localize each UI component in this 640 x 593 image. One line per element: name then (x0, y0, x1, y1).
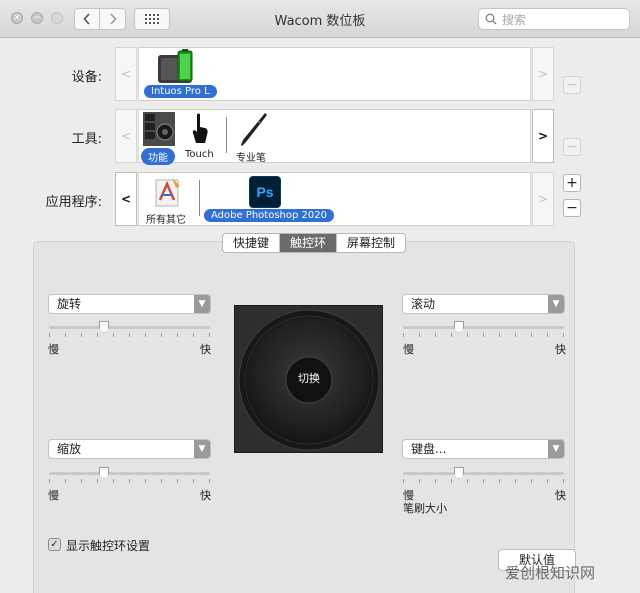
right-bottom-sub-label: 笔刷大小 (403, 502, 447, 515)
photoshop-icon: Ps (249, 176, 281, 208)
remove-device-button[interactable]: − (563, 76, 581, 94)
chevron-right-icon: > (537, 129, 549, 143)
checkmark-icon: ✓ (50, 539, 59, 550)
right-top-selected: 滚动 (411, 297, 436, 311)
chevron-left-icon: < (120, 67, 132, 81)
app-separator (199, 180, 200, 216)
remove-tool-button[interactable]: − (563, 138, 581, 156)
watermark-text: 爱创根知识网 (505, 564, 596, 582)
right-bottom-fast-label: 快 (555, 489, 566, 502)
tool-scroll-right[interactable]: > (532, 109, 554, 163)
search-placeholder: 搜索 (502, 12, 527, 27)
tool-caption-touch: Touch (185, 149, 214, 160)
tablet-battery-icon (158, 49, 193, 83)
device-row-label: 设备: (71, 70, 102, 85)
touch-ring-preview: 切换 (234, 305, 383, 453)
app-item-photoshop[interactable]: Ps Adobe Photoshop 2020 (204, 174, 334, 224)
chevron-down-icon: ▼ (548, 295, 564, 313)
touch-ring-center-label: 切换 (298, 372, 320, 385)
chevron-right-icon: > (537, 192, 549, 206)
app-row-label: 应用程序: (45, 195, 102, 210)
touch-hand-icon (192, 113, 208, 143)
left-bottom-fast-label: 快 (200, 489, 211, 502)
remove-app-button[interactable]: − (563, 199, 581, 217)
left-bottom-selected: 缩放 (57, 442, 82, 456)
right-bottom-function-select[interactable]: 键盘... ▼ (402, 439, 565, 459)
left-top-slow-label: 慢 (48, 343, 59, 356)
all-apps-icon (155, 178, 180, 207)
left-bottom-speed-slider[interactable] (49, 472, 210, 475)
tool-item-touch[interactable]: Touch (183, 111, 219, 161)
right-top-function-select[interactable]: 滚动 ▼ (402, 294, 565, 314)
chevron-down-icon: ▼ (194, 295, 210, 313)
app-strip (138, 172, 531, 226)
right-top-speed-slider[interactable] (403, 326, 564, 329)
left-bottom-ticks (49, 479, 210, 483)
left-top-function-select[interactable]: 旋转 ▼ (48, 294, 211, 314)
left-bottom-slow-label: 慢 (48, 489, 59, 502)
minus-icon: − (566, 139, 578, 155)
add-app-button[interactable]: + (563, 174, 581, 192)
right-bottom-speed-slider[interactable] (403, 472, 564, 475)
tool-item-pro-pen[interactable]: 专业笔 (234, 111, 274, 164)
chevron-right-icon: > (537, 67, 549, 81)
app-scroll-right[interactable]: > (532, 172, 554, 226)
photoshop-icon-text: Ps (256, 184, 274, 200)
app-caption-all-other: 所有其它 (146, 215, 186, 226)
minus-icon: − (566, 77, 578, 93)
chevron-down-icon: ▼ (548, 440, 564, 458)
app-scroll-left[interactable]: < (115, 172, 137, 226)
minus-icon: − (566, 200, 578, 216)
right-bottom-ticks (403, 479, 564, 483)
tab-touch-ring[interactable]: 触控环 (280, 234, 338, 252)
plus-icon: + (566, 175, 578, 191)
device-scroll-left[interactable]: < (115, 47, 137, 101)
tool-caption-functions: 功能 (141, 148, 175, 165)
search-icon (485, 13, 497, 25)
device-scroll-right[interactable]: > (532, 47, 554, 101)
left-top-fast-label: 快 (200, 343, 211, 356)
express-keys-icon (143, 112, 175, 146)
right-top-ticks (403, 333, 564, 337)
left-bottom-function-select[interactable]: 缩放 ▼ (48, 439, 211, 459)
right-top-fast-label: 快 (555, 343, 566, 356)
chevron-left-icon: < (120, 192, 132, 206)
search-input[interactable]: 搜索 (478, 8, 630, 30)
tab-shortcuts[interactable]: 快捷键 (223, 234, 281, 252)
device-item-intuos[interactable]: Intuos Pro L (142, 49, 218, 99)
right-top-slow-label: 慢 (403, 343, 414, 356)
show-touch-ring-checkbox[interactable]: ✓ (48, 538, 61, 551)
tab-bar: 快捷键 触控环 屏幕控制 (222, 233, 407, 253)
device-caption: Intuos Pro L (144, 85, 217, 98)
left-top-selected: 旋转 (57, 297, 82, 311)
tool-item-functions[interactable]: 功能 (141, 111, 179, 165)
chevron-left-icon: < (120, 129, 132, 143)
app-caption-photoshop: Adobe Photoshop 2020 (204, 209, 334, 222)
right-bottom-selected: 键盘... (411, 442, 447, 456)
tool-caption-pro-pen: 专业笔 (236, 153, 266, 164)
app-item-all-other[interactable]: 所有其它 (142, 174, 194, 226)
show-touch-ring-label: 显示触控环设置 (66, 539, 151, 553)
tool-separator (226, 117, 227, 153)
left-top-speed-slider[interactable] (49, 326, 210, 329)
tab-screen-control[interactable]: 屏幕控制 (337, 234, 405, 252)
left-top-ticks (49, 333, 210, 337)
tool-scroll-left[interactable]: < (115, 109, 137, 163)
pen-icon (241, 113, 267, 146)
chevron-down-icon: ▼ (194, 440, 210, 458)
tool-row-label: 工具: (71, 132, 102, 147)
